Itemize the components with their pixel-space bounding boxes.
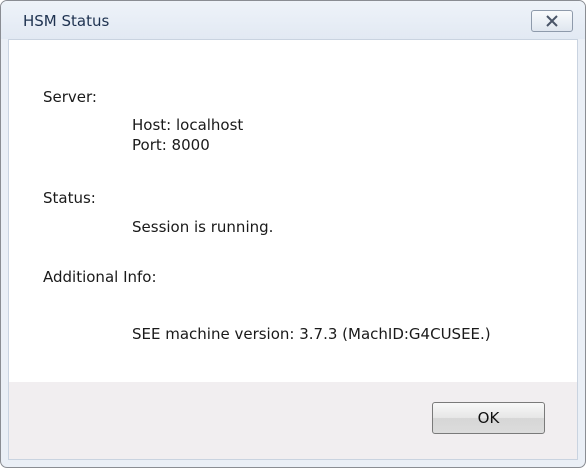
status-label: Status: [43, 189, 96, 207]
dialog-body: Server: Host: localhost Port: 8000 Statu… [8, 39, 578, 460]
server-label: Server: [43, 88, 97, 106]
ok-button[interactable]: OK [432, 402, 545, 434]
host-value: Host: localhost [132, 116, 244, 134]
additional-info-label: Additional Info: [43, 268, 157, 286]
close-icon [545, 15, 559, 27]
close-button[interactable] [531, 10, 573, 32]
hsm-status-dialog: HSM Status Server: Host: localhost Port:… [0, 0, 586, 468]
machine-version-value: SEE machine version: 3.7.3 (MachID:G4CUS… [132, 325, 491, 343]
status-value: Session is running. [132, 218, 274, 236]
status-content: Server: Host: localhost Port: 8000 Statu… [9, 40, 577, 382]
window-title: HSM Status [23, 12, 110, 30]
dialog-footer: OK [9, 382, 577, 459]
title-bar[interactable]: HSM Status [1, 1, 585, 39]
port-value: Port: 8000 [132, 136, 210, 154]
